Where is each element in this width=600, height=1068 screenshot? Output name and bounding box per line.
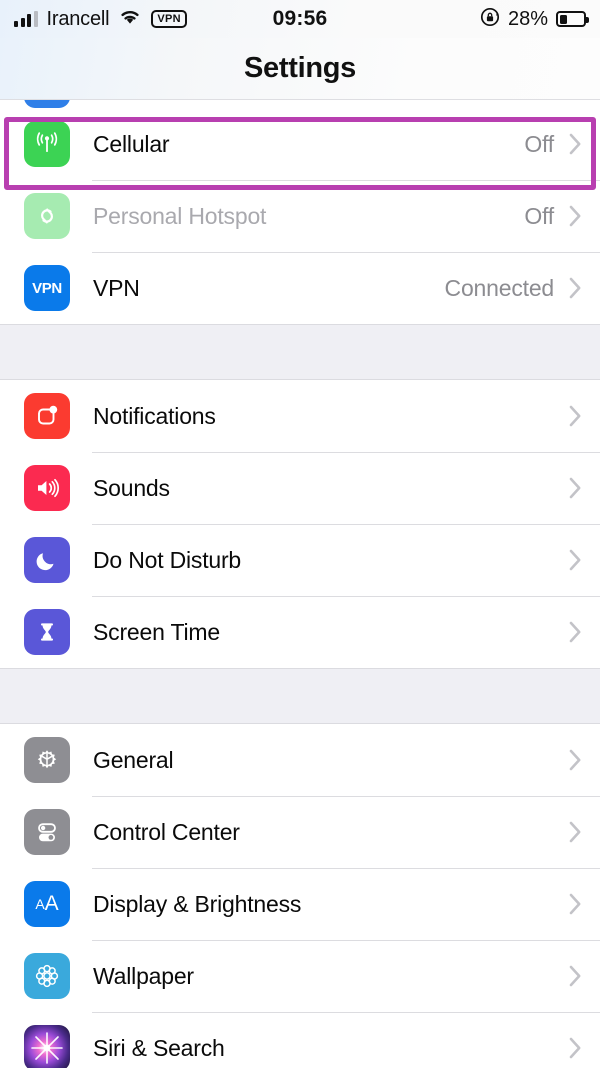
settings-row-label: Control Center [93, 818, 240, 845]
settings-row-do-not-disturb[interactable]: Do Not Disturb [0, 524, 600, 596]
partial-row-above [0, 100, 600, 108]
display-big-a: A [44, 892, 59, 915]
settings-row-screen-time[interactable]: Screen Time [0, 596, 600, 668]
chevron-right-icon [569, 1037, 582, 1059]
battery-icon [556, 11, 589, 27]
carrier-name: Irancell [46, 7, 110, 30]
settings-row-vpn[interactable]: VPN VPN Connected [0, 252, 600, 324]
settings-group-alerts: Notifications Sounds Do Not Disturb Scre… [0, 380, 600, 668]
display-small-a: A [35, 896, 45, 912]
settings-row-general[interactable]: General [0, 724, 600, 796]
settings-row-label: Wallpaper [93, 962, 194, 989]
notifications-icon [24, 393, 70, 439]
settings-screen: Irancell VPN 09:56 28% Settings Cellular… [0, 0, 600, 1068]
chevron-right-icon [569, 205, 582, 227]
chevron-right-icon [569, 277, 582, 299]
battery-percent: 28% [507, 7, 548, 30]
settings-row-label: Notifications [93, 402, 216, 429]
settings-row-display-brightness[interactable]: AA Display & Brightness [0, 868, 600, 940]
chevron-right-icon [569, 749, 582, 771]
wifi-row-icon-partial [24, 100, 70, 108]
rotation-lock-icon [480, 7, 500, 32]
settings-row-label: Screen Time [93, 618, 220, 645]
group-separator [0, 324, 600, 380]
settings-row-personal-hotspot[interactable]: Personal Hotspot Off [0, 180, 600, 252]
moon-icon [24, 537, 70, 583]
status-bar-left: Irancell VPN [14, 8, 187, 31]
group-separator [0, 668, 600, 724]
settings-row-label: VPN [93, 274, 140, 301]
chevron-right-icon [569, 549, 582, 571]
clock: 09:56 [272, 7, 328, 30]
settings-row-value: Connected [444, 274, 555, 301]
status-bar-right: 28% [480, 7, 589, 32]
settings-list[interactable]: Cellular Off Personal Hotspot Off VPN VP… [0, 100, 600, 1068]
settings-row-cellular[interactable]: Cellular Off [0, 108, 600, 180]
gear-icon [24, 737, 70, 783]
chevron-right-icon [569, 621, 582, 643]
toggles-icon [24, 809, 70, 855]
settings-row-label: Cellular [93, 130, 170, 157]
chevron-right-icon [569, 405, 582, 427]
sounds-icon [24, 465, 70, 511]
settings-row-label: Personal Hotspot [93, 202, 267, 229]
settings-group-system: General Control Center A A Display & Bri… [0, 724, 600, 1068]
settings-row-value: Off [524, 202, 554, 229]
hotspot-icon [24, 193, 70, 239]
chevron-right-icon [569, 965, 582, 987]
wallpaper-flower-icon [24, 953, 70, 999]
settings-row-label: General [93, 746, 174, 773]
settings-row-value: Off [524, 130, 554, 157]
cellular-signal-icon [14, 11, 38, 27]
cellular-icon [24, 121, 70, 167]
chevron-right-icon [569, 133, 582, 155]
settings-row-notifications[interactable]: Notifications [0, 380, 600, 452]
display-brightness-icon: AA [24, 881, 70, 927]
settings-row-label: Display & Brightness [93, 890, 302, 917]
chevron-right-icon [569, 821, 582, 843]
vpn-icon: VPN [24, 265, 70, 311]
chevron-right-icon [569, 477, 582, 499]
settings-row-wallpaper[interactable]: Wallpaper [0, 940, 600, 1012]
settings-row-siri-search[interactable]: Siri & Search [0, 1012, 600, 1068]
wifi-icon [118, 8, 142, 30]
page-title-text: Settings [244, 52, 356, 84]
settings-row-label: Siri & Search [93, 1034, 225, 1061]
siri-orb-icon [24, 1025, 70, 1068]
hourglass-icon [24, 609, 70, 655]
chevron-right-icon [569, 893, 582, 915]
page-title: Settings [0, 38, 600, 100]
settings-row-sounds[interactable]: Sounds [0, 452, 600, 524]
vpn-status-badge: VPN [151, 9, 187, 29]
settings-group-connectivity: Cellular Off Personal Hotspot Off VPN VP… [0, 108, 600, 324]
settings-row-label: Sounds [93, 474, 170, 501]
settings-row-label: Do Not Disturb [93, 546, 242, 573]
settings-row-control-center[interactable]: Control Center [0, 796, 600, 868]
status-bar: Irancell VPN 09:56 28% [0, 0, 600, 38]
